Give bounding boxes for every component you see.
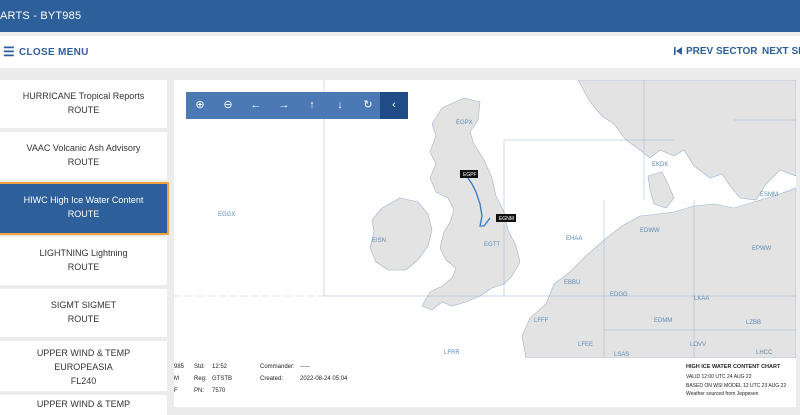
- footer-m: M: [174, 376, 179, 382]
- refresh-button[interactable]: ↻: [354, 92, 382, 119]
- menu-item-vaac[interactable]: VAAC Volcanic Ash Advisory ROUTE: [0, 132, 167, 180]
- region-label: LFRR: [444, 350, 460, 356]
- marker-egnm: EGNM: [496, 214, 516, 222]
- menu-item-sub: ROUTE: [67, 105, 100, 115]
- region-label: EGPX: [456, 120, 473, 126]
- region-label: EDWW: [640, 228, 660, 234]
- marker-egpf-label: EGPF: [463, 172, 477, 178]
- menu-item-title: UPPER WIND & TEMP: [36, 348, 131, 358]
- next-sector-button[interactable]: NEXT SEC: [762, 36, 800, 68]
- chart-model: BASED ON WSI MODEL 12 UTC 23 AUG 22: [686, 383, 787, 389]
- region-label: EDGG: [610, 292, 628, 298]
- pn-value: 7570: [212, 388, 226, 394]
- menu-item-title: SIGMT SIGMET: [50, 300, 117, 310]
- menu-icon: ☰: [3, 44, 15, 59]
- std-label: Std:: [194, 364, 205, 370]
- zoom-in-button[interactable]: ⊕: [186, 92, 214, 119]
- created-label: Created:: [260, 376, 284, 382]
- product-menu: HURRICANE Tropical Reports ROUTE VAAC Vo…: [0, 80, 170, 415]
- arrow-up-icon: ↑: [309, 99, 315, 111]
- menu-item-title: VAAC Volcanic Ash Advisory: [26, 143, 141, 153]
- collapse-toolbar-button[interactable]: ‹: [380, 92, 408, 119]
- marker-egnm-label: EGNM: [499, 216, 514, 222]
- prev-sector-label: PREV SECTOR: [686, 46, 758, 57]
- menu-item-upper-wind-2[interactable]: UPPER WIND & TEMP: [0, 395, 167, 415]
- skip-back-icon: [674, 47, 682, 55]
- region-label: LFEE: [578, 342, 593, 348]
- menu-item-level: FL240: [70, 376, 97, 386]
- menu-item-sub: EUROPEASIA: [54, 362, 113, 372]
- std-value: 12:52: [212, 364, 228, 370]
- menu-item-title: HURRICANE Tropical Reports: [22, 91, 145, 101]
- region-label: EGGX: [218, 212, 235, 218]
- prev-sector-button[interactable]: PREV SECTOR: [674, 36, 758, 68]
- menu-item-title: LIGHTNING Lightning: [39, 248, 128, 258]
- close-menu-label: CLOSE MENU: [18, 47, 89, 58]
- menu-item-title: UPPER WIND & TEMP: [36, 399, 131, 409]
- footer-f: F: [174, 388, 178, 394]
- pan-right-button[interactable]: →: [270, 92, 298, 119]
- menu-item-hurricane[interactable]: HURRICANE Tropical Reports ROUTE: [0, 80, 167, 128]
- region-label: LKAA: [694, 296, 709, 302]
- commander-label: Commander:: [260, 364, 295, 370]
- menu-item-upper-wind[interactable]: UPPER WIND & TEMP EUROPEASIA FL240: [0, 341, 167, 391]
- menu-item-sub: ROUTE: [67, 209, 100, 219]
- menu-item-sub: ROUTE: [67, 314, 100, 324]
- pan-down-button[interactable]: ↓: [326, 92, 354, 119]
- reg-label: Reg:: [194, 376, 207, 382]
- region-label: LOVV: [690, 342, 706, 348]
- app-title-bar: ARTS - BYT985: [0, 0, 800, 32]
- zoom-out-icon: ⊖: [223, 99, 233, 111]
- zoom-out-button[interactable]: ⊖: [214, 92, 242, 119]
- region-label: EDMM: [654, 318, 672, 324]
- menu-item-sigmet[interactable]: SIGMT SIGMET ROUTE: [0, 289, 167, 337]
- map-toolbar: ⊕ ⊖ ← → ↑ ↓ ↻ ‹: [186, 92, 408, 119]
- created-value: 2022-08-24 05:04: [300, 376, 348, 382]
- region-label: EHAA: [566, 236, 582, 242]
- menu-item-lightning[interactable]: LIGHTNING Lightning ROUTE: [0, 237, 167, 285]
- chart-source: Weather sourced from Jeppesen: [686, 391, 759, 397]
- footer-flight: 985: [174, 364, 185, 370]
- pn-label: PN:: [194, 388, 205, 394]
- next-sector-label: NEXT SEC: [762, 46, 800, 57]
- chart-title: HIGH ICE WATER CONTENT CHART: [686, 364, 781, 370]
- region-label: EBBU: [564, 280, 580, 286]
- menu-item-title: HIWC High Ice Water Content: [23, 195, 144, 205]
- zoom-in-icon: ⊕: [195, 99, 205, 111]
- region-label: ESMM: [760, 192, 778, 198]
- menu-item-sub: ROUTE: [67, 157, 100, 167]
- commander-value: -----: [300, 364, 310, 370]
- region-label: LHCC: [756, 350, 773, 356]
- region-label: LZBB: [746, 320, 761, 326]
- menu-item-hiwc[interactable]: HIWC High Ice Water Content ROUTE: [0, 182, 169, 235]
- pan-left-button[interactable]: ←: [242, 92, 270, 119]
- region-label: EKDK: [652, 162, 668, 168]
- arrow-down-icon: ↓: [337, 99, 343, 111]
- map-canvas: EGPF EGNM EGPX EGGX EISN EGTT EKDK EHAA …: [174, 80, 796, 358]
- marker-egpf: EGPF: [460, 170, 478, 178]
- app-title: ARTS - BYT985: [0, 10, 82, 22]
- arrow-left-icon: ←: [250, 99, 262, 111]
- close-menu-button[interactable]: ☰ CLOSE MENU: [3, 36, 89, 69]
- menu-item-sub: ROUTE: [67, 262, 100, 272]
- region-label: LFFF: [534, 318, 549, 324]
- chart-map[interactable]: EGPF EGNM EGPX EGGX EISN EGTT EKDK EHAA …: [174, 80, 796, 358]
- sector-toolbar: ☰CLOSE MENU PREV SECTOR NEXT SEC: [0, 36, 800, 68]
- reg-value: GTSTB: [212, 376, 233, 382]
- arrow-right-icon: →: [278, 99, 290, 111]
- region-label: EISN: [372, 238, 386, 244]
- pan-up-button[interactable]: ↑: [298, 92, 326, 119]
- region-label: EPWW: [752, 246, 772, 252]
- refresh-icon: ↻: [363, 99, 373, 111]
- chart-footer: 985 M F Std: 12:52 Reg: GTSTB PN: 7570 C…: [174, 358, 796, 407]
- chart-valid: VALID 12:00 UTC 24 AUG 22: [686, 374, 752, 380]
- region-label: EGTT: [484, 242, 500, 248]
- collapse-icon: ‹: [392, 99, 396, 111]
